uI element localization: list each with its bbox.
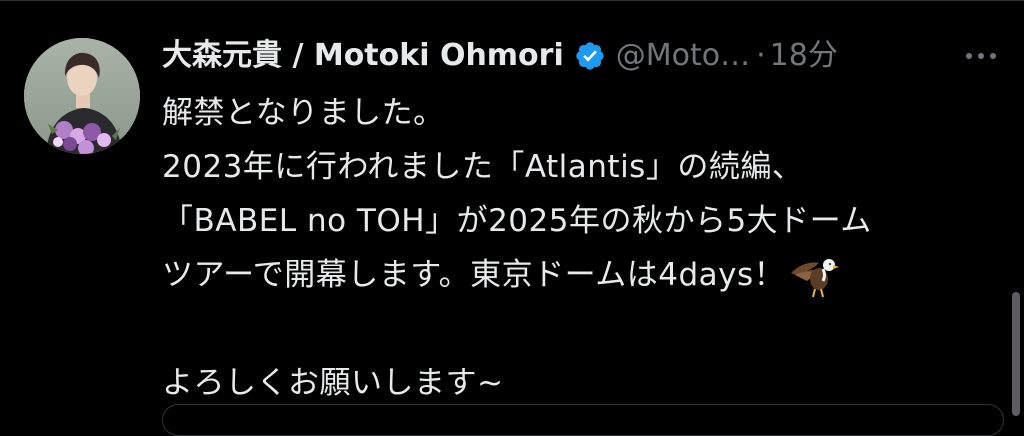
tweet-header: 大森元貴 / Motoki Ohmori @Moto… · 18分 [162,36,1002,76]
avatar[interactable] [24,38,140,154]
separator-dot: · [756,38,766,73]
tweet-text-line: 解禁となりました。 [162,95,445,131]
media-card-edge[interactable] [162,404,1004,436]
eagle-emoji-icon [789,255,841,299]
display-name[interactable]: 大森元貴 / Motoki Ohmori [162,36,564,76]
tweet-text: 解禁となりました。 2023年に行われました「Atlantis」の続編、 「BA… [162,86,992,410]
tweet-text-line: よろしくお願いします~ [162,365,504,401]
verified-badge-icon[interactable] [574,40,606,72]
more-dot [966,53,972,59]
more-dots-icon[interactable] [960,36,1002,76]
author-handle[interactable]: @Moto… [616,36,750,76]
tweet-text-line: ツアーで開幕します。東京ドームは4days！ [162,257,786,293]
tweet-text-line: 2023年に行われました「Atlantis」の続編、 [162,149,804,185]
more-dot [978,53,984,59]
avatar-image [24,38,140,154]
tweet-text-line-with-emoji: ツアーで開幕します。東京ドームは4days！ [162,248,992,302]
top-divider [0,0,1024,1]
tweet-text-line: 「BABEL no TOH」が2025年の秋から5大ドーム [162,203,872,239]
scrollbar[interactable] [1012,292,1020,416]
more-dot [990,53,996,59]
timestamp[interactable]: 18分 [770,36,838,76]
tweet-text-line [162,302,992,356]
